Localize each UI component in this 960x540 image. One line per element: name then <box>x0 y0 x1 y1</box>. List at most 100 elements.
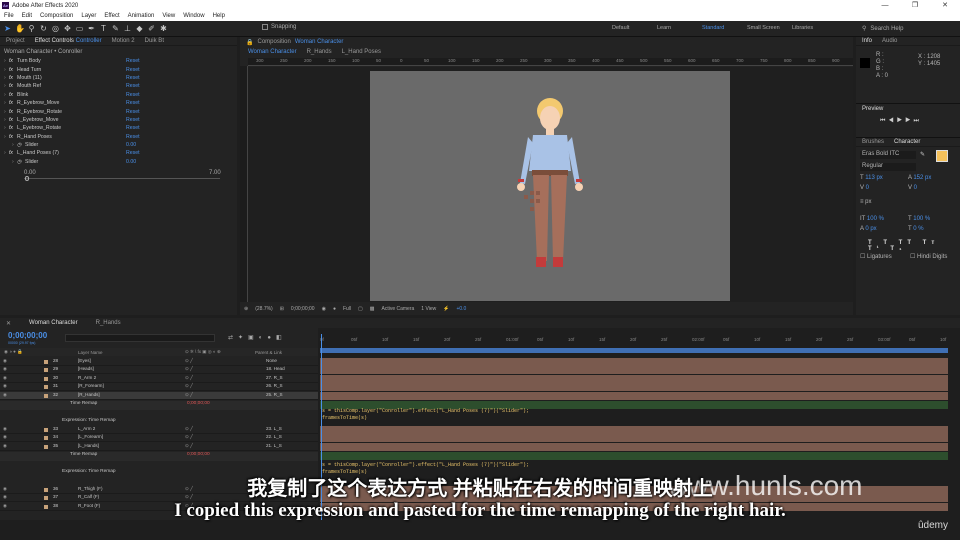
visibility-eye-icon[interactable]: ◉ <box>3 392 7 398</box>
tab-info[interactable]: Info <box>862 38 872 44</box>
exposure-value[interactable]: +0.0 <box>456 306 466 312</box>
label-color-swatch[interactable] <box>44 377 48 381</box>
layer-bar[interactable] <box>320 434 948 442</box>
layer-name-header[interactable]: Layer Name <box>78 350 103 355</box>
visibility-eye-icon[interactable]: ◉ <box>3 358 7 364</box>
workspace-standard[interactable]: Standard <box>702 25 747 31</box>
reset-link[interactable]: Reset <box>126 150 140 156</box>
puppet-tool-icon[interactable]: ✱ <box>159 24 168 33</box>
tab-character[interactable]: Character <box>894 139 920 145</box>
table-row[interactable]: ◉ 31 [R_Forearm] ⊙ ╱ 26. R_S <box>0 383 318 392</box>
workspace-libraries[interactable]: Libraries <box>792 25 837 31</box>
reset-link[interactable]: Reset <box>126 67 140 73</box>
leading-field[interactable]: A 152 px <box>908 175 931 181</box>
shy-switch-icon[interactable]: ⊙ ╱ <box>185 392 193 398</box>
eraser-tool-icon[interactable]: ◆ <box>135 24 144 33</box>
type-tool-icon[interactable]: T <box>99 24 108 33</box>
play-icon[interactable]: ▶ <box>897 118 905 124</box>
timeline-timecode[interactable]: 0;00;00;00 <box>8 331 47 340</box>
time-remap-row[interactable]: Time Remap 0;00;00;00 <box>0 452 318 461</box>
last-frame-icon[interactable]: ⏭ <box>913 118 921 124</box>
tracking-field[interactable]: V 0 <box>908 185 917 191</box>
kerning-field[interactable]: V 0 <box>860 185 869 191</box>
reset-link[interactable]: Reset <box>126 117 140 123</box>
layer-name[interactable]: R_Arm 2 <box>78 375 96 380</box>
reset-link[interactable]: Reset <box>126 125 140 131</box>
close-button[interactable]: ✕ <box>930 0 960 11</box>
menu-file[interactable]: File <box>4 13 14 19</box>
fast-previews-icon[interactable]: ⚡ <box>443 306 449 312</box>
shy-switch-icon[interactable]: ⊙ ╱ <box>185 383 193 389</box>
time-remap-value[interactable]: 0;00;00;00 <box>187 452 210 457</box>
menu-effect[interactable]: Effect <box>104 13 119 19</box>
flow-item[interactable]: Woman Character <box>248 49 297 55</box>
composition-tab-label[interactable]: Composition <box>257 39 290 45</box>
roi-icon[interactable]: ▢ <box>358 306 363 312</box>
search-help[interactable]: ⚲ Search Help <box>862 23 956 34</box>
hand-tool-icon[interactable]: ✋ <box>15 24 25 33</box>
reset-link[interactable]: Reset <box>126 58 140 64</box>
transparency-grid-icon[interactable]: ▩ <box>370 306 375 312</box>
workspace-learn[interactable]: Learn <box>657 25 702 31</box>
vertical-scale-field[interactable]: IT 100 % <box>860 216 884 222</box>
effect-row[interactable]: › fx Blink Reset <box>0 91 237 99</box>
time-remap-value[interactable]: 0;00;00;00 <box>187 401 210 406</box>
visibility-eye-icon[interactable]: ◉ <box>3 443 7 449</box>
slider-track[interactable] <box>24 178 220 179</box>
camera-tool-icon[interactable]: ◎ <box>51 24 60 33</box>
expression-editor-1[interactable]: s = thisComp.layer("Conroller").effect("… <box>322 408 529 422</box>
work-area-bar[interactable] <box>320 348 948 353</box>
effect-row[interactable]: › fx L_Eyebrow_Rotate Reset <box>0 124 237 132</box>
effect-row[interactable]: › fx R_Eyebrow_Rotate Reset <box>0 107 237 115</box>
fill-color-swatch[interactable] <box>936 150 948 162</box>
effect-row[interactable]: › fx L_Hand Poses (7) Reset <box>0 149 237 157</box>
expression-row[interactable]: Expression: Time Remap <box>0 418 318 427</box>
rectangle-tool-icon[interactable]: ▭ <box>75 24 84 33</box>
tsume-field[interactable]: T 0 % <box>908 226 924 232</box>
snapshot-icon[interactable]: ◉ <box>322 306 326 312</box>
composition-stage[interactable] <box>370 71 730 301</box>
current-time-readout[interactable]: 0;00;00;00 <box>291 306 315 312</box>
timeline-switch-icons[interactable]: ⇄✦▣◐●◧ <box>228 334 287 341</box>
parent-dropdown[interactable]: 26. R_S <box>266 383 283 388</box>
slider-handle[interactable] <box>25 176 29 181</box>
fx-icon[interactable]: fx <box>9 83 17 89</box>
effect-row[interactable]: › fx Turn Body Reset <box>0 57 237 65</box>
fx-icon[interactable]: fx <box>9 75 17 81</box>
label-color-swatch[interactable] <box>44 360 48 364</box>
tab-brushes[interactable]: Brushes <box>862 139 884 145</box>
grid-icon[interactable]: ⊞ <box>280 306 284 312</box>
layer-bar[interactable] <box>320 375 948 383</box>
tab-duik[interactable]: Duik Bt <box>145 38 164 44</box>
tab-r-hands[interactable]: R_Hands <box>96 320 121 326</box>
camera-dropdown[interactable]: Active Camera <box>382 306 415 312</box>
layer-name[interactable]: [L_Hands] <box>78 443 99 448</box>
layer-name[interactable]: [R_Forearm] <box>78 383 104 388</box>
workspace-default[interactable]: Default <box>612 25 657 31</box>
stopwatch-icon[interactable]: ◷ <box>17 159 25 165</box>
layer-name[interactable]: [Heads] <box>78 366 94 371</box>
hindi-digits-checkbox[interactable]: ☐ Hindi Digits <box>910 253 947 260</box>
effect-row[interactable]: › ◷ Slider 0.00 <box>0 141 237 149</box>
flow-item[interactable]: R_Hands <box>307 49 332 55</box>
parent-dropdown[interactable]: 25. R_S <box>266 392 283 397</box>
reset-link[interactable]: Reset <box>126 134 140 140</box>
slider-value[interactable]: 0.00 <box>126 159 136 165</box>
tab-woman-character[interactable]: Woman Character <box>29 320 78 326</box>
parent-dropdown[interactable]: None <box>266 358 277 363</box>
reset-link[interactable]: Reset <box>126 83 140 89</box>
tab-motion-2[interactable]: Motion 2 <box>112 38 135 44</box>
shy-switch-icon[interactable]: ⊙ ╱ <box>185 358 193 364</box>
workspace-small-screen[interactable]: Small Screen <box>747 25 792 31</box>
lock-icon[interactable]: 🔒 <box>246 39 253 46</box>
layer-bar[interactable] <box>320 426 948 434</box>
layer-bar[interactable] <box>320 366 948 374</box>
tab-audio[interactable]: Audio <box>882 38 897 44</box>
table-row[interactable]: ◉ 29 [Heads] ⊙ ╱ 18. Head <box>0 366 318 375</box>
visibility-eye-icon[interactable]: ◉ <box>3 383 7 389</box>
time-remap-row[interactable]: Time Remap 0;00;00;00 <box>0 401 318 410</box>
layer-bar[interactable] <box>320 443 948 451</box>
magnify-icon[interactable]: ⊕ <box>244 306 248 312</box>
rotate-tool-icon[interactable]: ↻ <box>39 24 48 33</box>
zoom-tool-icon[interactable]: ⚲ <box>27 24 36 33</box>
